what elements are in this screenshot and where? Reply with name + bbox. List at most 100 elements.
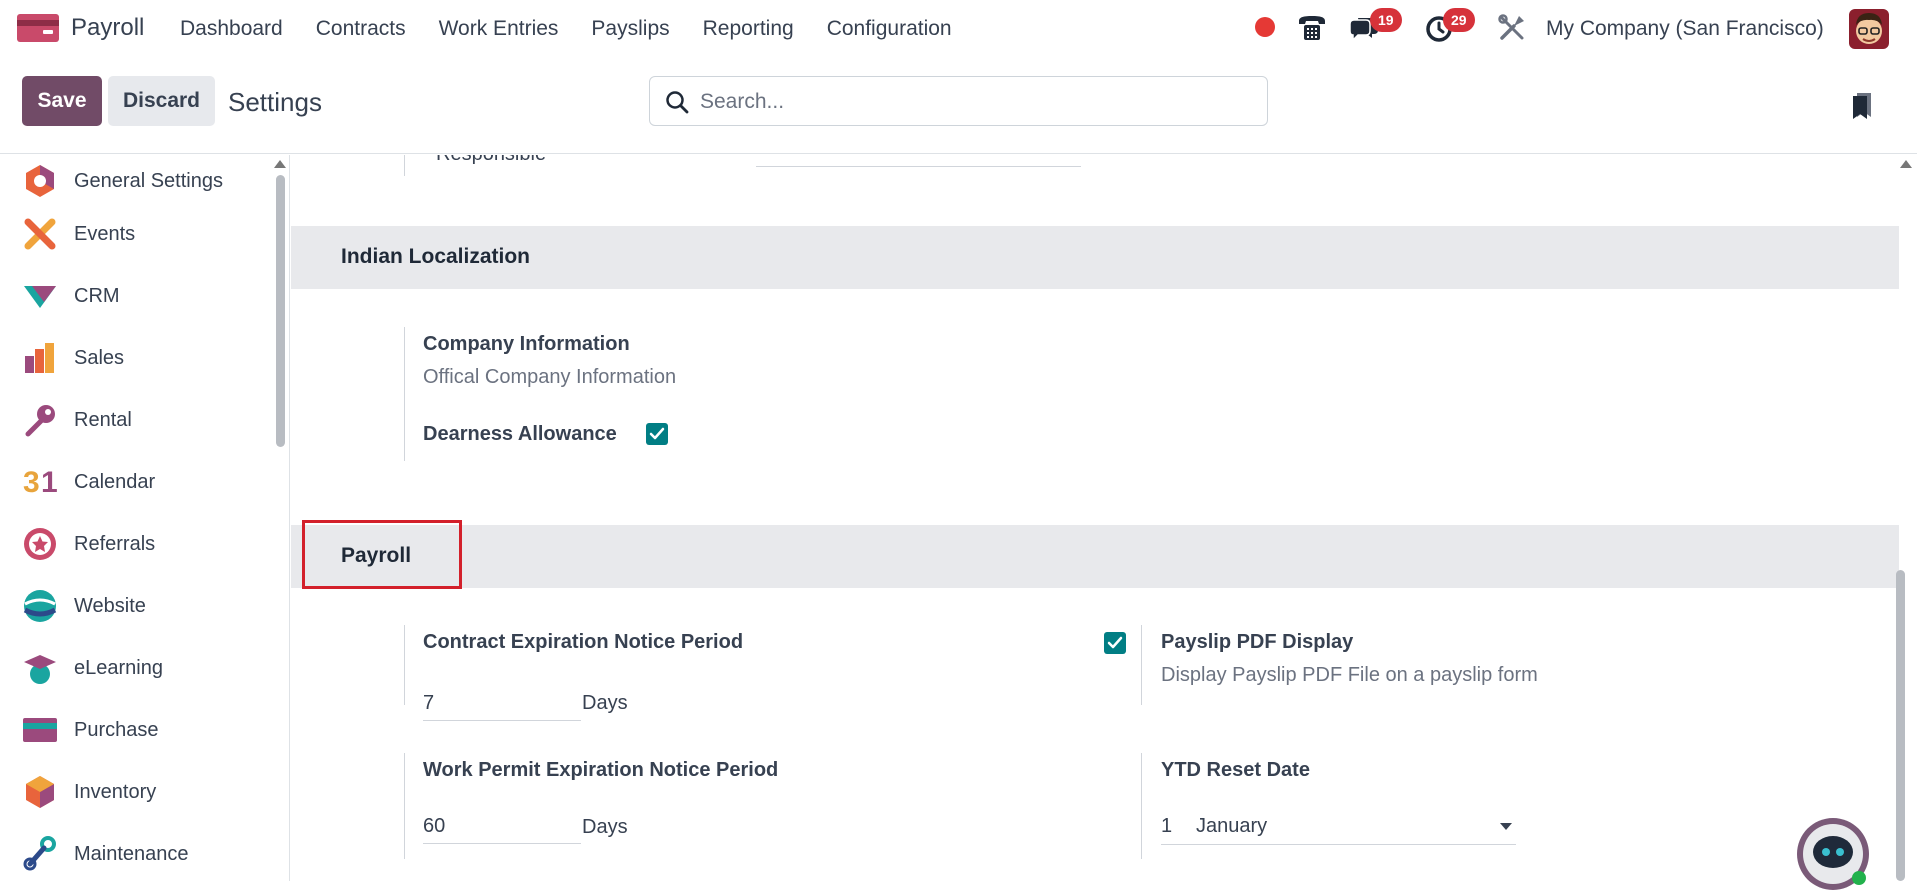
sidebar-scroll-up-icon[interactable] [274, 160, 286, 168]
sidebar-item-sales[interactable]: Sales [0, 333, 270, 383]
sidebar-item-website[interactable]: Website [0, 581, 270, 631]
sidebar-item-elearning[interactable]: eLearning [0, 643, 270, 693]
menu-reporting[interactable]: Reporting [703, 17, 794, 41]
settings-main: Responsible Indian Localization Company … [291, 155, 1917, 881]
ytd-reset-date-title: YTD Reset Date [1161, 759, 1310, 781]
field-divider [1141, 753, 1142, 859]
field-divider [404, 155, 405, 176]
payslip-pdf-desc: Display Payslip PDF File on a payslip fo… [1161, 664, 1538, 686]
company-information-title[interactable]: Company Information [423, 333, 630, 356]
payroll-highlight-box [302, 520, 462, 589]
sidebar-item-general-settings[interactable]: General Settings [0, 156, 270, 206]
tools-icon[interactable] [1497, 13, 1527, 43]
contract-expiration-input[interactable]: 7 [423, 687, 581, 721]
chevron-down-icon[interactable] [1500, 823, 1512, 831]
discard-button[interactable]: Discard [108, 76, 215, 126]
sidebar-item-label: General Settings [74, 169, 223, 192]
work-permit-expiration-input[interactable]: 60 [423, 810, 581, 844]
payslip-pdf-title: Payslip PDF Display [1161, 631, 1354, 653]
sidebar-item-label: Inventory [74, 780, 157, 803]
dearness-allowance-checkbox[interactable] [646, 423, 668, 445]
contract-expiration-unit: Days [582, 692, 628, 714]
ytd-reset-day-input[interactable]: 1 [1161, 810, 1189, 844]
sidebar-item-inventory[interactable]: Inventory [0, 767, 270, 817]
ytd-reset-month-select[interactable]: January [1196, 810, 1496, 844]
search-icon [666, 91, 689, 114]
menu-dashboard[interactable]: Dashboard [180, 17, 283, 41]
sidebar-item-label: CRM [74, 284, 120, 307]
purchase-icon [23, 718, 57, 742]
menu-work-entries[interactable]: Work Entries [439, 17, 559, 41]
sidebar-item-label: Maintenance [74, 842, 189, 865]
control-panel: Save Discard Settings [0, 58, 1917, 154]
elearning-icon [24, 655, 56, 684]
checkmark-icon [1107, 636, 1123, 649]
payroll-app-icon[interactable] [17, 14, 59, 42]
main-menu: Dashboard Contracts Work Entries Payslip… [180, 17, 985, 41]
work-permit-expiration-unit: Days [582, 816, 628, 838]
events-icon [24, 218, 56, 250]
chatbot-icon [1803, 824, 1866, 885]
work-permit-expiration-title: Work Permit Expiration Notice Period [423, 759, 779, 781]
sidebar-item-maintenance[interactable]: Maintenance [0, 829, 270, 879]
section-payroll: Payroll [291, 525, 1899, 588]
recording-indicator-icon[interactable] [1255, 17, 1275, 37]
company-switcher[interactable]: My Company (San Francisco) [1546, 17, 1824, 41]
sidebar-item-referrals[interactable]: Referrals [0, 519, 270, 569]
app-name[interactable]: Payroll [71, 14, 144, 42]
dearness-allowance-label: Dearness Allowance [423, 423, 617, 445]
sidebar-item-label: Calendar [74, 470, 156, 493]
sidebar-item-label: eLearning [74, 656, 163, 679]
main-scroll-up-icon[interactable] [1900, 160, 1912, 168]
sidebar-item-calendar[interactable]: 3 1 Calendar [0, 457, 270, 507]
sidebar-item-label: Sales [74, 346, 125, 369]
sidebar-item-label: Events [74, 222, 136, 245]
ytd-reset-underline [1161, 844, 1516, 845]
activities-badge: 29 [1443, 8, 1475, 32]
top-navbar: Payroll Dashboard Contracts Work Entries… [0, 0, 1917, 58]
checkmark-icon [649, 427, 665, 440]
phone-icon[interactable] [1296, 12, 1328, 44]
sidebar-scrollbar[interactable] [276, 175, 285, 447]
chatbot-launcher[interactable] [1797, 818, 1869, 890]
search-box[interactable] [649, 76, 1268, 126]
main-scrollbar[interactable] [1896, 570, 1905, 881]
messages-badge: 19 [1370, 8, 1402, 32]
avatar-image-icon [1849, 9, 1889, 49]
section-indian-localization: Indian Localization [291, 226, 1899, 289]
menu-payslips[interactable]: Payslips [591, 17, 669, 41]
inventory-icon [26, 776, 54, 808]
responsible-label: Responsible [436, 155, 546, 166]
save-button[interactable]: Save [22, 76, 102, 126]
field-divider [404, 753, 405, 859]
bookmark-icon[interactable] [1851, 91, 1873, 119]
sidebar-item-purchase[interactable]: Purchase [0, 705, 270, 755]
website-icon [23, 590, 57, 622]
sidebar-item-events[interactable]: Events [0, 209, 270, 259]
company-information-desc: Offical Company Information [423, 366, 677, 388]
menu-configuration[interactable]: Configuration [827, 17, 952, 41]
search-input[interactable] [700, 87, 1240, 117]
sidebar-item-rental[interactable]: Rental [0, 395, 270, 445]
payslip-pdf-checkbox[interactable] [1104, 632, 1126, 654]
general-settings-icon [26, 165, 54, 197]
calendar-icon: 3 1 [23, 466, 58, 498]
section-title: Indian Localization [341, 245, 531, 268]
sidebar-item-label: Purchase [74, 718, 159, 741]
sidebar-item-label: Rental [74, 408, 132, 431]
referrals-icon [24, 528, 56, 560]
sidebar-item-label: Website [74, 594, 146, 617]
sidebar-item-label: Referrals [74, 532, 156, 555]
svg-text:3: 3 [23, 466, 40, 498]
user-avatar[interactable] [1849, 9, 1889, 49]
sales-icon [25, 343, 54, 373]
rental-icon [25, 405, 55, 437]
sidebar-item-crm[interactable]: CRM [0, 271, 270, 321]
field-divider [404, 327, 405, 461]
menu-contracts[interactable]: Contracts [316, 17, 406, 41]
settings-sidebar: General Settings Events CRM Sales Rental [0, 155, 290, 881]
responsible-field[interactable] [756, 166, 1081, 167]
maintenance-icon [23, 836, 56, 871]
field-divider [404, 625, 405, 705]
breadcrumb: Settings [228, 87, 322, 117]
